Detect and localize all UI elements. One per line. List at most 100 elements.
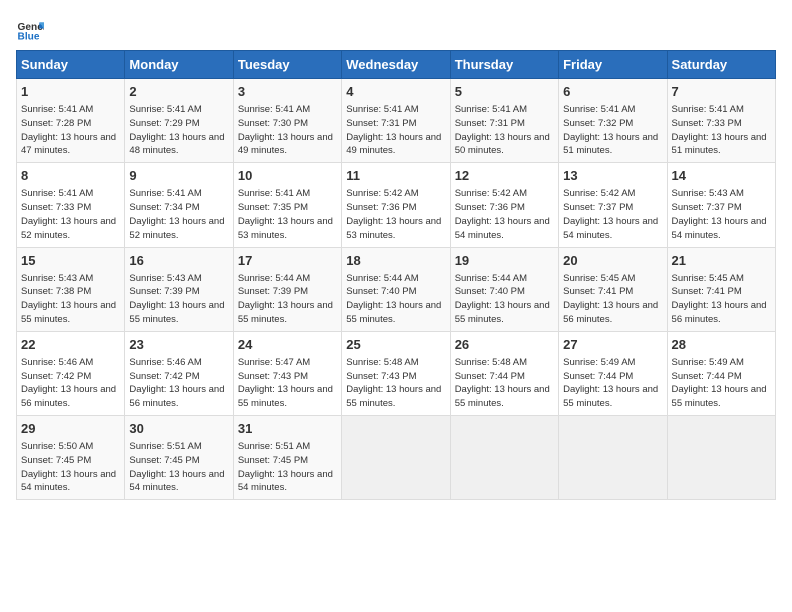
day-number: 19 bbox=[455, 252, 554, 270]
day-info: Sunrise: 5:43 AM Sunset: 7:38 PM Dayligh… bbox=[21, 272, 120, 327]
day-number: 11 bbox=[346, 167, 445, 185]
day-number: 9 bbox=[129, 167, 228, 185]
calendar-cell: 9 Sunrise: 5:41 AM Sunset: 7:34 PM Daylig… bbox=[125, 163, 233, 247]
day-info: Sunrise: 5:41 AM Sunset: 7:31 PM Dayligh… bbox=[346, 103, 445, 158]
day-number: 7 bbox=[672, 83, 771, 101]
day-number: 13 bbox=[563, 167, 662, 185]
day-number: 20 bbox=[563, 252, 662, 270]
day-info: Sunrise: 5:41 AM Sunset: 7:28 PM Dayligh… bbox=[21, 103, 120, 158]
day-number: 30 bbox=[129, 420, 228, 438]
day-number: 12 bbox=[455, 167, 554, 185]
day-info: Sunrise: 5:50 AM Sunset: 7:45 PM Dayligh… bbox=[21, 440, 120, 495]
day-number: 21 bbox=[672, 252, 771, 270]
calendar-cell: 23 Sunrise: 5:46 AM Sunset: 7:42 PM Dayli… bbox=[125, 331, 233, 415]
calendar-cell: 8 Sunrise: 5:41 AM Sunset: 7:33 PM Daylig… bbox=[17, 163, 125, 247]
day-number: 25 bbox=[346, 336, 445, 354]
logo-icon: General Blue bbox=[16, 16, 44, 44]
calendar-week-4: 22 Sunrise: 5:46 AM Sunset: 7:42 PM Dayli… bbox=[17, 331, 776, 415]
day-header-monday: Monday bbox=[125, 51, 233, 79]
day-number: 26 bbox=[455, 336, 554, 354]
day-info: Sunrise: 5:44 AM Sunset: 7:40 PM Dayligh… bbox=[455, 272, 554, 327]
calendar-cell: 3 Sunrise: 5:41 AM Sunset: 7:30 PM Daylig… bbox=[233, 79, 341, 163]
calendar-cell: 28 Sunrise: 5:49 AM Sunset: 7:44 PM Dayli… bbox=[667, 331, 775, 415]
calendar-cell: 26Sunrise: 5:48 AM Sunset: 7:44 PM Dayli… bbox=[450, 331, 558, 415]
day-info: Sunrise: 5:41 AM Sunset: 7:32 PM Dayligh… bbox=[563, 103, 662, 158]
calendar-cell: 24 Sunrise: 5:47 AM Sunset: 7:43 PM Dayli… bbox=[233, 331, 341, 415]
calendar-cell: 7 Sunrise: 5:41 AM Sunset: 7:33 PM Daylig… bbox=[667, 79, 775, 163]
calendar-week-3: 15 Sunrise: 5:43 AM Sunset: 7:38 PM Dayli… bbox=[17, 247, 776, 331]
calendar-cell: 18 Sunrise: 5:44 AM Sunset: 7:40 PM Dayli… bbox=[342, 247, 450, 331]
day-info: Sunrise: 5:41 AM Sunset: 7:33 PM Dayligh… bbox=[21, 187, 120, 242]
day-info: Sunrise: 5:41 AM Sunset: 7:35 PM Dayligh… bbox=[238, 187, 337, 242]
day-info: Sunrise: 5:41 AM Sunset: 7:30 PM Dayligh… bbox=[238, 103, 337, 158]
calendar-cell bbox=[667, 416, 775, 500]
calendar-week-2: 8 Sunrise: 5:41 AM Sunset: 7:33 PM Daylig… bbox=[17, 163, 776, 247]
day-number: 23 bbox=[129, 336, 228, 354]
day-number: 22 bbox=[21, 336, 120, 354]
calendar-cell: 30 Sunrise: 5:51 AM Sunset: 7:45 PM Dayli… bbox=[125, 416, 233, 500]
calendar-cell bbox=[342, 416, 450, 500]
day-info: Sunrise: 5:45 AM Sunset: 7:41 PM Dayligh… bbox=[672, 272, 771, 327]
day-info: Sunrise: 5:48 AM Sunset: 7:43 PM Dayligh… bbox=[346, 356, 445, 411]
calendar-cell bbox=[450, 416, 558, 500]
calendar-week-5: 29 Sunrise: 5:50 AM Sunset: 7:45 PM Dayli… bbox=[17, 416, 776, 500]
svg-text:Blue: Blue bbox=[18, 31, 40, 42]
day-info: Sunrise: 5:45 AM Sunset: 7:41 PM Dayligh… bbox=[563, 272, 662, 327]
day-number: 6 bbox=[563, 83, 662, 101]
page-header: General Blue bbox=[16, 16, 776, 44]
day-header-wednesday: Wednesday bbox=[342, 51, 450, 79]
day-number: 18 bbox=[346, 252, 445, 270]
calendar-cell: 31 Sunrise: 5:51 AM Sunset: 7:45 PM Dayli… bbox=[233, 416, 341, 500]
calendar-cell: 17Sunrise: 5:44 AM Sunset: 7:39 PM Dayli… bbox=[233, 247, 341, 331]
calendar-cell: 29 Sunrise: 5:50 AM Sunset: 7:45 PM Dayli… bbox=[17, 416, 125, 500]
calendar-cell: 14 Sunrise: 5:43 AM Sunset: 7:37 PM Dayli… bbox=[667, 163, 775, 247]
day-header-saturday: Saturday bbox=[667, 51, 775, 79]
day-info: Sunrise: 5:43 AM Sunset: 7:37 PM Dayligh… bbox=[672, 187, 771, 242]
day-number: 3 bbox=[238, 83, 337, 101]
day-header-sunday: Sunday bbox=[17, 51, 125, 79]
calendar-cell: 12 Sunrise: 5:42 AM Sunset: 7:36 PM Dayli… bbox=[450, 163, 558, 247]
day-info: Sunrise: 5:46 AM Sunset: 7:42 PM Dayligh… bbox=[129, 356, 228, 411]
day-info: Sunrise: 5:51 AM Sunset: 7:45 PM Dayligh… bbox=[238, 440, 337, 495]
calendar-cell: 13 Sunrise: 5:42 AM Sunset: 7:37 PM Dayli… bbox=[559, 163, 667, 247]
day-number: 14 bbox=[672, 167, 771, 185]
calendar-cell: 19 Sunrise: 5:44 AM Sunset: 7:40 PM Dayli… bbox=[450, 247, 558, 331]
day-number: 15 bbox=[21, 252, 120, 270]
calendar-cell: 5 Sunrise: 5:41 AM Sunset: 7:31 PM Daylig… bbox=[450, 79, 558, 163]
calendar-cell: 15 Sunrise: 5:43 AM Sunset: 7:38 PM Dayli… bbox=[17, 247, 125, 331]
day-number: 31 bbox=[238, 420, 337, 438]
calendar-cell: 2 Sunrise: 5:41 AM Sunset: 7:29 PM Daylig… bbox=[125, 79, 233, 163]
calendar-cell: 27Sunrise: 5:49 AM Sunset: 7:44 PM Dayli… bbox=[559, 331, 667, 415]
calendar-cell: 16Sunrise: 5:43 AM Sunset: 7:39 PM Dayli… bbox=[125, 247, 233, 331]
calendar-cell: 22 Sunrise: 5:46 AM Sunset: 7:42 PM Dayli… bbox=[17, 331, 125, 415]
day-number: 24 bbox=[238, 336, 337, 354]
day-number: 1 bbox=[21, 83, 120, 101]
calendar-table: SundayMondayTuesdayWednesdayThursdayFrid… bbox=[16, 50, 776, 500]
day-info: Sunrise: 5:41 AM Sunset: 7:34 PM Dayligh… bbox=[129, 187, 228, 242]
calendar-cell: 4Sunrise: 5:41 AM Sunset: 7:31 PM Daylig… bbox=[342, 79, 450, 163]
day-info: Sunrise: 5:42 AM Sunset: 7:36 PM Dayligh… bbox=[455, 187, 554, 242]
day-number: 10 bbox=[238, 167, 337, 185]
day-info: Sunrise: 5:42 AM Sunset: 7:37 PM Dayligh… bbox=[563, 187, 662, 242]
day-info: Sunrise: 5:46 AM Sunset: 7:42 PM Dayligh… bbox=[21, 356, 120, 411]
day-info: Sunrise: 5:49 AM Sunset: 7:44 PM Dayligh… bbox=[672, 356, 771, 411]
day-info: Sunrise: 5:47 AM Sunset: 7:43 PM Dayligh… bbox=[238, 356, 337, 411]
day-header-friday: Friday bbox=[559, 51, 667, 79]
day-info: Sunrise: 5:41 AM Sunset: 7:33 PM Dayligh… bbox=[672, 103, 771, 158]
day-number: 5 bbox=[455, 83, 554, 101]
day-number: 8 bbox=[21, 167, 120, 185]
day-number: 29 bbox=[21, 420, 120, 438]
day-header-thursday: Thursday bbox=[450, 51, 558, 79]
calendar-cell: 11Sunrise: 5:42 AM Sunset: 7:36 PM Dayli… bbox=[342, 163, 450, 247]
day-number: 17 bbox=[238, 252, 337, 270]
calendar-cell: 25 Sunrise: 5:48 AM Sunset: 7:43 PM Dayli… bbox=[342, 331, 450, 415]
day-info: Sunrise: 5:51 AM Sunset: 7:45 PM Dayligh… bbox=[129, 440, 228, 495]
calendar-cell: 20 Sunrise: 5:45 AM Sunset: 7:41 PM Dayli… bbox=[559, 247, 667, 331]
day-number: 28 bbox=[672, 336, 771, 354]
day-info: Sunrise: 5:41 AM Sunset: 7:31 PM Dayligh… bbox=[455, 103, 554, 158]
day-info: Sunrise: 5:41 AM Sunset: 7:29 PM Dayligh… bbox=[129, 103, 228, 158]
day-number: 2 bbox=[129, 83, 228, 101]
day-info: Sunrise: 5:44 AM Sunset: 7:40 PM Dayligh… bbox=[346, 272, 445, 327]
day-number: 16 bbox=[129, 252, 228, 270]
logo: General Blue bbox=[16, 16, 48, 44]
